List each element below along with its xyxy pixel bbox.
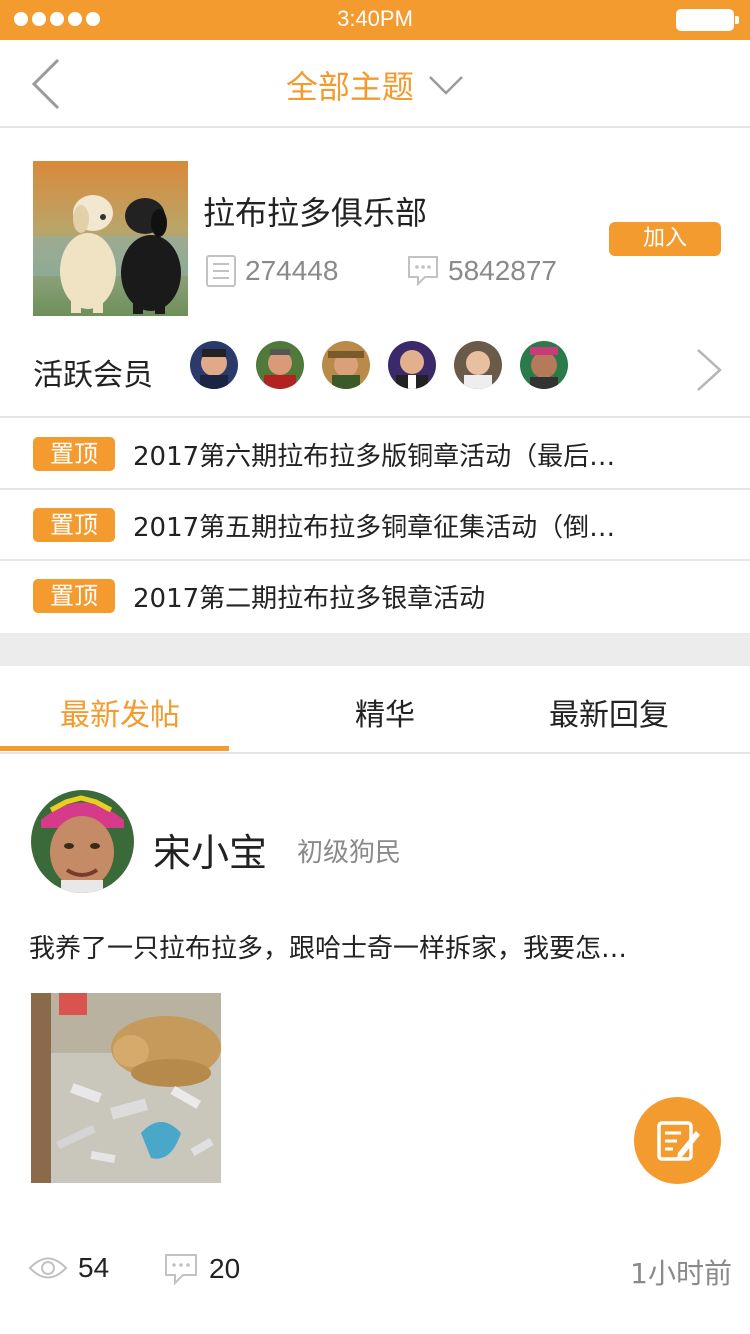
member-avatar[interactable]	[322, 341, 370, 389]
pinned-badge: 置顶	[33, 508, 115, 542]
pinned-post[interactable]: 置顶 2017第六期拉布拉多版铜章活动（最后…	[0, 420, 750, 490]
posts-count-stat: 274448	[205, 254, 338, 288]
member-avatar[interactable]	[388, 341, 436, 389]
nav-bar: 全部主题	[0, 40, 750, 128]
comment-icon	[165, 1254, 197, 1286]
status-bar: 3:40PM	[0, 0, 750, 40]
member-avatar[interactable]	[190, 341, 238, 389]
replies-count-stat: 5842877	[406, 254, 557, 288]
eye-icon	[28, 1257, 68, 1279]
battery-icon	[676, 9, 739, 31]
pinned-post-title[interactable]: 2017第二期拉布拉多银章活动	[133, 578, 693, 615]
member-avatar[interactable]	[256, 341, 304, 389]
pinned-badge: 置顶	[33, 579, 115, 613]
club-header: 拉布拉多俱乐部 274448 5842877 加入 活跃会员	[0, 130, 750, 418]
topic-filter-dropdown[interactable]: 全部主题	[0, 62, 750, 108]
chevron-right-icon[interactable]	[694, 348, 724, 392]
chevron-down-icon	[429, 76, 463, 95]
views-count: 54	[78, 1252, 110, 1283]
pinned-post[interactable]: 置顶 2017第二期拉布拉多银章活动	[0, 562, 750, 632]
club-cover-image	[33, 161, 188, 316]
comments-stat[interactable]: 20	[163, 1252, 240, 1286]
tab-featured[interactable]: 精华	[355, 690, 415, 734]
post-text[interactable]: 我养了一只拉布拉多，跟哈士奇一样拆家，我要怎…	[29, 928, 719, 965]
nav-title: 全部主题	[285, 68, 414, 106]
comments-count: 20	[209, 1253, 241, 1284]
status-time: 3:40PM	[337, 6, 413, 31]
pinned-post-title[interactable]: 2017第六期拉布拉多版铜章活动（最后…	[133, 436, 693, 473]
comment-icon	[408, 256, 438, 287]
tab-latest-posts[interactable]: 最新发帖	[60, 690, 180, 734]
replies-count: 5842877	[448, 255, 558, 286]
post-tabs: 最新发帖 精华 最新回复	[0, 666, 750, 754]
pinned-post-title[interactable]: 2017第五期拉布拉多铜章征集活动（倒…	[133, 507, 693, 544]
post-image[interactable]	[31, 993, 221, 1183]
section-divider	[0, 633, 750, 666]
club-name: 拉布拉多俱乐部	[203, 194, 428, 232]
posts-count: 274448	[245, 255, 339, 286]
document-icon	[206, 255, 236, 287]
author-avatar[interactable]	[31, 790, 134, 893]
pinned-post[interactable]: 置顶 2017第五期拉布拉多铜章征集活动（倒…	[0, 491, 750, 561]
compose-post-button[interactable]	[634, 1097, 721, 1184]
active-tab-indicator	[0, 746, 229, 751]
tab-latest-replies[interactable]: 最新回复	[549, 690, 669, 734]
active-members-list[interactable]	[190, 341, 568, 389]
pinned-badge: 置顶	[33, 437, 115, 471]
active-members-label: 活跃会员	[33, 358, 153, 393]
member-avatar[interactable]	[454, 341, 502, 389]
edit-icon	[656, 1120, 700, 1161]
post-time: 1小时前	[630, 1257, 732, 1290]
author-level: 初级狗民	[297, 838, 402, 868]
post-card[interactable]: 宋小宝 初级狗民 我养了一只拉布拉多，跟哈士奇一样拆家，我要怎… 54 20 1…	[0, 756, 750, 1334]
member-avatar[interactable]	[520, 341, 568, 389]
views-stat: 54	[28, 1252, 109, 1284]
author-name[interactable]: 宋小宝	[153, 822, 267, 877]
join-button[interactable]: 加入	[609, 222, 721, 256]
